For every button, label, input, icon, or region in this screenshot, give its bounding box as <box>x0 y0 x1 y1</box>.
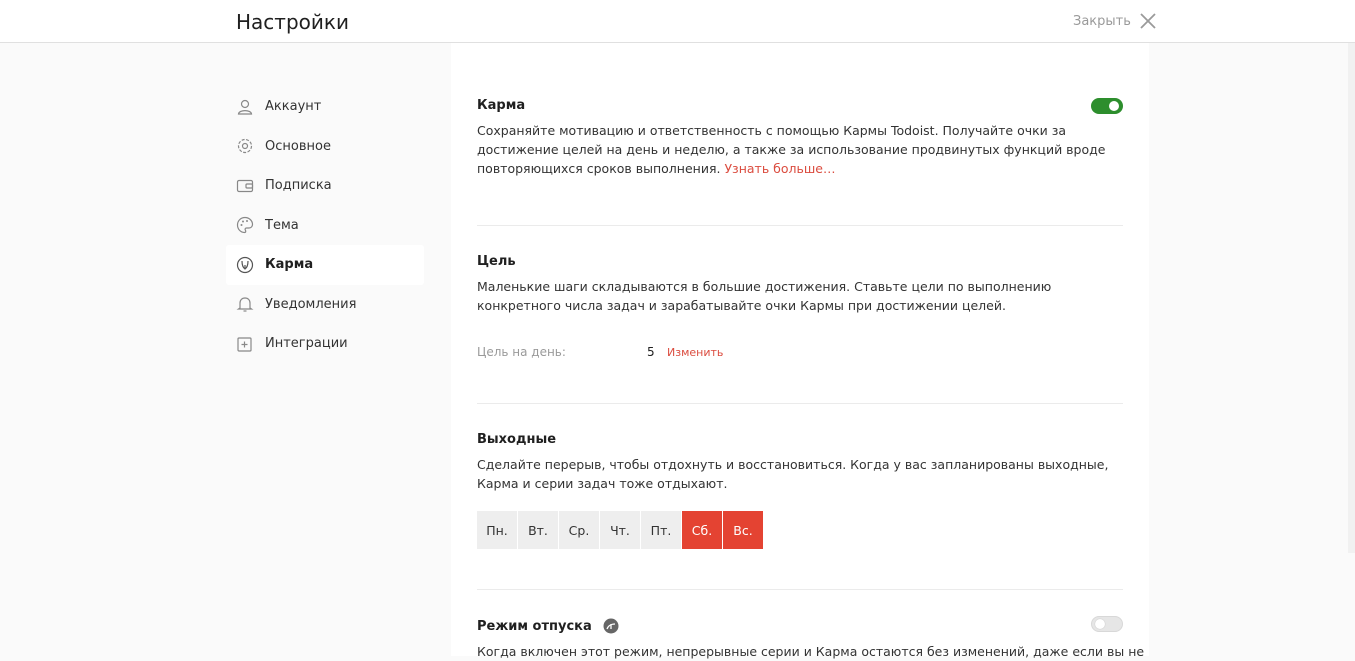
divider <box>477 225 1123 226</box>
sidebar-item-label: Аккаунт <box>265 99 322 115</box>
day-tuesday[interactable]: Вт. <box>518 511 559 549</box>
settings-content: Карма Сохраняйте мотивацию и ответственн… <box>451 43 1149 659</box>
karma-icon <box>235 255 255 275</box>
toggle-knob <box>1095 619 1105 629</box>
sidebar-item-label: Уведомления <box>265 296 357 312</box>
close-label: Закрыть <box>1073 13 1131 29</box>
daily-goal-value: 5 <box>647 345 655 359</box>
days-off-description: Сделайте перерыв, чтобы отдохнуть и восс… <box>477 457 1109 491</box>
vacation-icon <box>603 618 619 634</box>
sidebar-item-label: Тема <box>265 217 299 233</box>
wallet-icon <box>235 176 255 196</box>
sidebar-item-karma[interactable]: Карма <box>226 245 424 285</box>
day-thursday[interactable]: Чт. <box>600 511 641 549</box>
section-title: Выходные <box>477 432 557 447</box>
scrollbar[interactable] <box>1348 43 1355 553</box>
day-friday[interactable]: Пт. <box>641 511 682 549</box>
divider <box>477 589 1123 590</box>
goal-description: Маленькие шаги складываются в большие до… <box>477 279 1052 313</box>
day-wednesday[interactable]: Ср. <box>559 511 600 549</box>
settings-sidebar: Аккаунт Основное Подписка Тема Карма Уве… <box>226 87 424 364</box>
goal-section: Цель Маленькие шаги складываются в больш… <box>477 254 1123 359</box>
close-button[interactable]: Закрыть <box>1073 12 1157 30</box>
learn-more-link[interactable]: Узнать больше… <box>724 161 835 176</box>
top-bar: Настройки Закрыть <box>0 0 1355 43</box>
section-title: Цель <box>477 254 516 269</box>
palette-icon <box>235 215 255 235</box>
sidebar-item-account[interactable]: Аккаунт <box>226 87 424 127</box>
toggle-knob <box>1109 101 1119 111</box>
vacation-toggle[interactable] <box>1091 616 1123 632</box>
sidebar-item-integrations[interactable]: Интеграции <box>226 324 424 364</box>
sidebar-item-label: Карма <box>265 257 314 273</box>
sidebar-item-notifications[interactable]: Уведомления <box>226 285 424 325</box>
close-icon <box>1140 13 1156 29</box>
karma-description: Сохраняйте мотивацию и ответственность с… <box>477 121 1123 178</box>
day-saturday[interactable]: Сб. <box>682 511 723 549</box>
karma-toggle[interactable] <box>1091 98 1123 114</box>
sidebar-item-theme[interactable]: Тема <box>226 206 424 246</box>
karma-section: Карма Сохраняйте мотивацию и ответственн… <box>477 98 1123 178</box>
bell-icon <box>235 294 255 314</box>
gear-icon <box>235 136 255 156</box>
vacation-description: Когда включен этот режим, непрерывные се… <box>477 644 1145 659</box>
vacation-header: Режим отпуска <box>477 618 1123 634</box>
days-off-section: Выходные Сделайте перерыв, чтобы отдохну… <box>477 432 1123 549</box>
day-monday[interactable]: Пн. <box>477 511 518 549</box>
sidebar-item-label: Основное <box>265 138 331 154</box>
vacation-section: Режим отпуска Когда включен этот режим, … <box>477 616 1145 661</box>
sidebar-item-label: Интеграции <box>265 336 348 352</box>
page-title: Настройки <box>236 10 349 34</box>
section-title: Режим отпуска <box>477 618 592 634</box>
divider <box>477 403 1123 404</box>
section-title: Карма <box>477 98 526 113</box>
day-sunday[interactable]: Вс. <box>723 511 764 549</box>
user-icon <box>235 97 255 117</box>
daily-goal-label: Цель на день: <box>477 345 566 359</box>
change-goal-link[interactable]: Изменить <box>667 346 723 359</box>
sidebar-item-general[interactable]: Основное <box>226 127 424 167</box>
daily-goal-row: Цель на день: 5 Изменить <box>477 345 1123 359</box>
days-off-picker: Пн. Вт. Ср. Чт. Пт. Сб. Вс. <box>477 511 1123 549</box>
plus-square-icon <box>235 334 255 354</box>
sidebar-item-subscription[interactable]: Подписка <box>226 166 424 206</box>
sidebar-item-label: Подписка <box>265 178 332 194</box>
